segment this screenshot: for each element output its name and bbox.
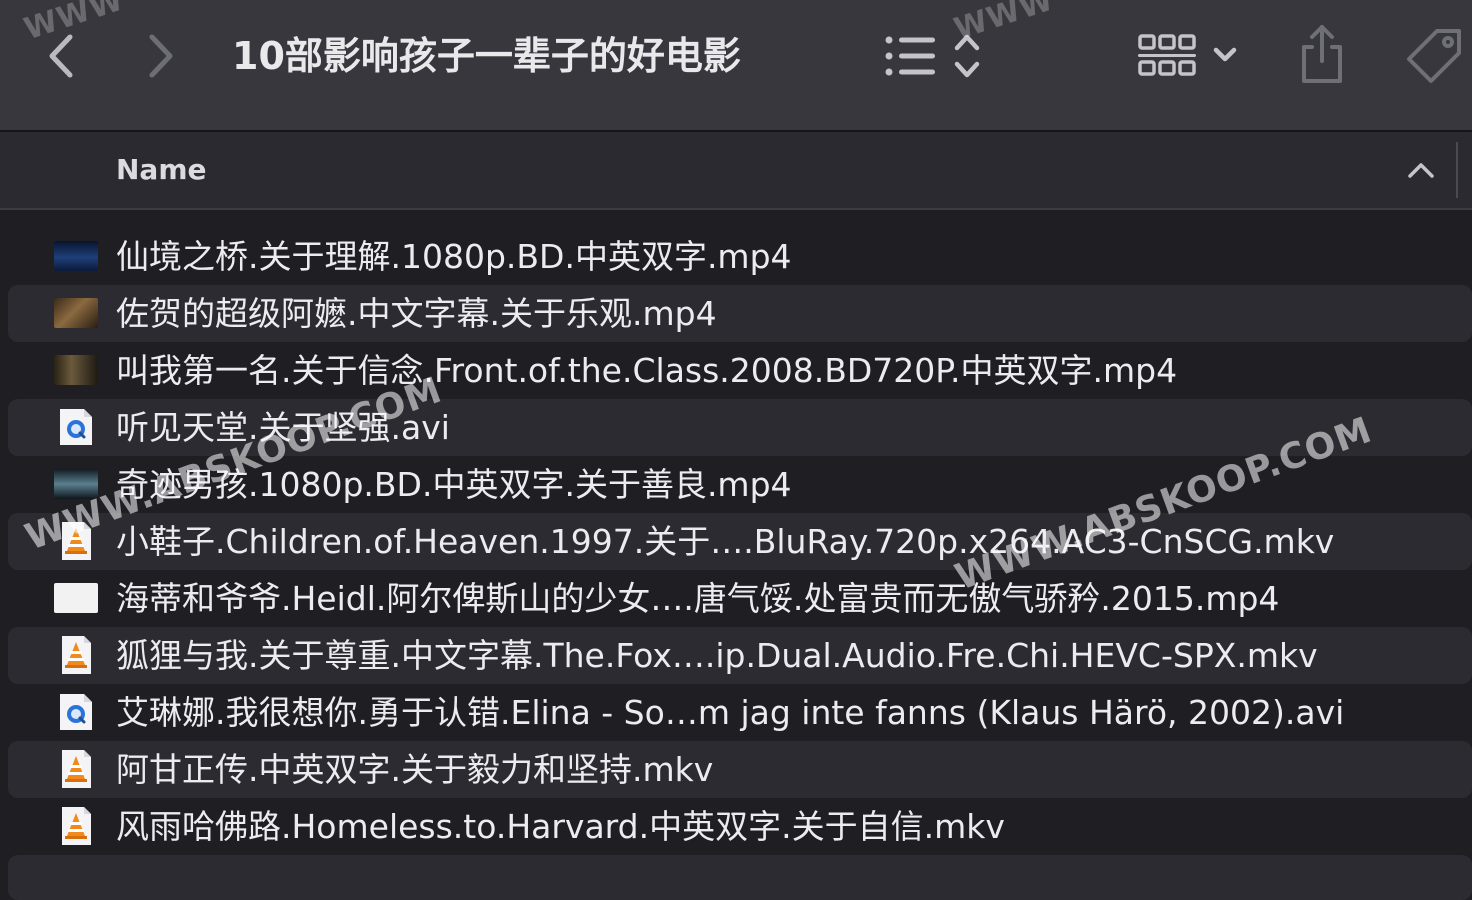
list-view-icon (885, 34, 980, 78)
file-name: 叫我第一名.关于信念.Front.of.the.Class.2008.BD720… (116, 351, 1178, 390)
file-name: 仙境之桥.关于理解.1080p.BD.中英双字.mp4 (116, 237, 792, 276)
tag-icon (1407, 29, 1461, 83)
file-name: 奇迹男孩.1080p.BD.中英双字.关于善良.mp4 (116, 465, 792, 504)
empty-row (8, 855, 1472, 900)
toolbar: 10部影响孩子一辈子的好电影 WWW WWW (0, 0, 1472, 132)
name-column-header[interactable]: Name (116, 132, 207, 208)
vlc-mkv-file-icon (54, 806, 98, 846)
window-title: 10部影响孩子一辈子的好电影 (232, 34, 741, 78)
vlc-mkv-file-icon (54, 521, 98, 561)
file-row[interactable]: 仙境之桥.关于理解.1080p.BD.中英双字.mp4 (8, 228, 1472, 285)
chevron-up-icon[interactable] (1404, 156, 1438, 184)
column-divider[interactable] (1456, 142, 1458, 198)
file-row[interactable]: 海蒂和爷爷.Heidl.阿尔俾斯山的少女….唐气馁.处富贵而无傲气骄矜.2015… (8, 570, 1472, 627)
file-row[interactable]: 奇迹男孩.1080p.BD.中英双字.关于善良.mp4 (8, 456, 1472, 513)
chevron-down-icon (1213, 47, 1237, 62)
file-row[interactable]: 风雨哈佛路.Homeless.to.Harvard.中英双字.关于自信.mkv (8, 798, 1472, 855)
share-button[interactable] (1290, 18, 1354, 90)
file-row[interactable]: 阿甘正传.中英双字.关于毅力和坚持.mkv (8, 741, 1472, 798)
column-header: Name (0, 132, 1472, 210)
file-row[interactable]: 艾琳娜.我很想你.勇于认错.Elina - So…m jag inte fann… (8, 684, 1472, 741)
file-row[interactable]: 佐贺的超级阿嬷.中文字幕.关于乐观.mp4 (8, 285, 1472, 342)
video-thumbnail (54, 464, 98, 504)
list-view-button[interactable] (870, 26, 990, 86)
file-name: 风雨哈佛路.Homeless.to.Harvard.中英双字.关于自信.mkv (116, 807, 1005, 846)
back-button[interactable] (34, 28, 90, 84)
chevron-left-icon (49, 34, 73, 78)
video-thumbnail (54, 236, 98, 276)
file-row[interactable]: 叫我第一名.关于信念.Front.of.the.Class.2008.BD720… (8, 342, 1472, 399)
video-thumbnail (54, 578, 98, 618)
group-button[interactable] (1130, 22, 1250, 90)
grid-group-icon (1138, 34, 1237, 76)
up-down-chevron-icon (954, 34, 980, 78)
file-name: 小鞋子.Children.of.Heaven.1997.关于….BluRay.7… (116, 522, 1335, 561)
finder-window: 10部影响孩子一辈子的好电影 WWW WWW Name 仙境之桥.关于理解.10… (0, 0, 1472, 900)
chevron-right-icon (149, 34, 173, 78)
forward-button[interactable] (132, 28, 188, 84)
file-name: 狐狸与我.关于尊重.中文字幕.The.Fox….ip.Dual.Audio.Fr… (116, 636, 1318, 675)
file-row[interactable]: 狐狸与我.关于尊重.中文字幕.The.Fox….ip.Dual.Audio.Fr… (8, 627, 1472, 684)
share-icon (1302, 25, 1342, 83)
file-name: 听见天堂.关于坚强.avi (116, 408, 450, 447)
tag-button[interactable] (1398, 20, 1472, 90)
file-name: 佐贺的超级阿嬷.中文字幕.关于乐观.mp4 (116, 294, 717, 333)
file-row[interactable]: 小鞋子.Children.of.Heaven.1997.关于….BluRay.7… (8, 513, 1472, 570)
file-list: 仙境之桥.关于理解.1080p.BD.中英双字.mp4 佐贺的超级阿嬷.中文字幕… (0, 212, 1472, 900)
quicktime-file-icon (54, 692, 98, 732)
quicktime-file-icon (54, 407, 98, 447)
file-row[interactable]: 听见天堂.关于坚强.avi (8, 399, 1472, 456)
vlc-mkv-file-icon (54, 635, 98, 675)
file-name: 艾琳娜.我很想你.勇于认错.Elina - So…m jag inte fann… (116, 693, 1345, 732)
file-name: 阿甘正传.中英双字.关于毅力和坚持.mkv (116, 750, 714, 789)
video-thumbnail (54, 350, 98, 390)
file-name: 海蒂和爷爷.Heidl.阿尔俾斯山的少女….唐气馁.处富贵而无傲气骄矜.2015… (116, 579, 1280, 618)
video-thumbnail (54, 293, 98, 333)
vlc-mkv-file-icon (54, 749, 98, 789)
